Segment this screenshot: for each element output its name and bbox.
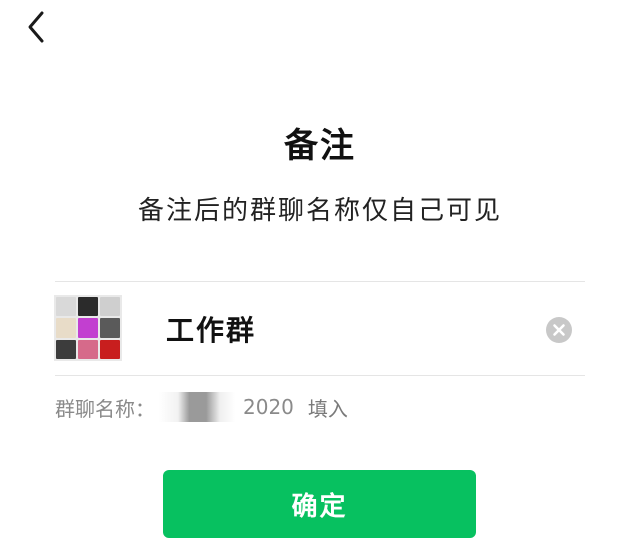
avatar-cell (100, 297, 120, 317)
page-subtitle: 备注后的群聊名称仅自己可见 (137, 196, 502, 226)
divider-top (55, 281, 585, 282)
avatar-cell (56, 339, 76, 359)
avatar-cell (100, 339, 120, 359)
divider-bottom (55, 375, 585, 376)
group-name-hint: 群聊名称： 2020 填入 (55, 392, 348, 422)
avatar-cell (56, 318, 76, 338)
page-title: 备注 (284, 126, 356, 166)
avatar-cell (100, 318, 120, 338)
avatar-cell (78, 339, 98, 359)
remark-name-input[interactable] (160, 308, 530, 350)
fill-in-link[interactable]: 填入 (308, 393, 348, 422)
avatar-cell (56, 297, 76, 317)
redacted-block (159, 392, 235, 422)
group-name-label: 群聊名称： (55, 396, 155, 421)
back-button[interactable] (22, 8, 56, 46)
group-avatar (54, 295, 122, 361)
clear-circle-icon (553, 324, 565, 336)
avatar-cell (78, 318, 98, 338)
avatar-cell (78, 297, 98, 317)
remark-screen: 备注 备注后的群聊名称仅自己可见 群聊名称： 2020 填入 确定 (0, 0, 640, 558)
clear-button[interactable] (546, 317, 572, 343)
chevron-left-icon (28, 11, 44, 43)
confirm-button[interactable]: 确定 (163, 470, 476, 538)
group-name-number: 2020 (243, 395, 294, 419)
